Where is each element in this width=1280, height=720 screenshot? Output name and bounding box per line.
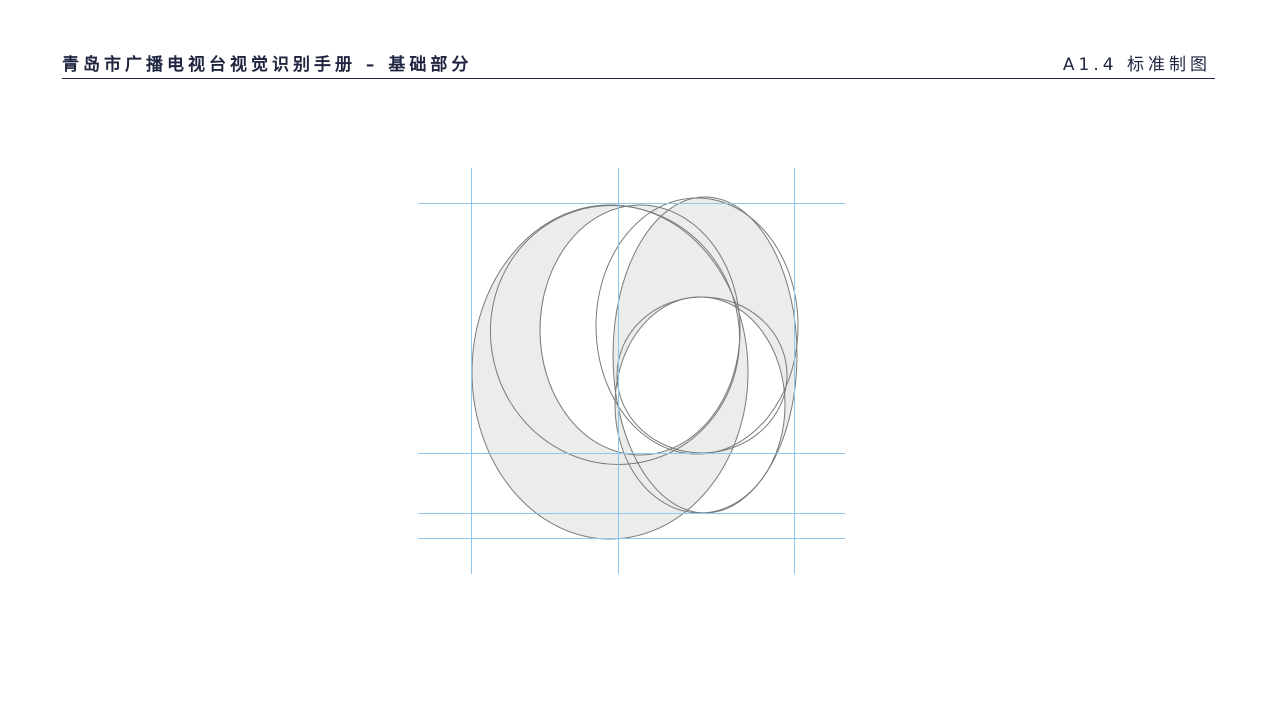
logo-construction-drawing xyxy=(418,168,845,574)
